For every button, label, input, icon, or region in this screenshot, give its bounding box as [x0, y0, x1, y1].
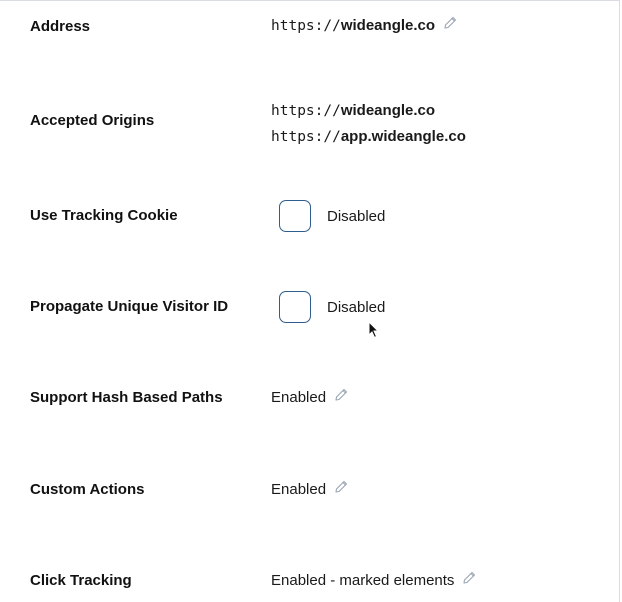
visitor-id-status: Disabled	[327, 298, 386, 316]
origin-host: wideangle.co	[340, 102, 436, 119]
pencil-icon[interactable]	[334, 388, 348, 402]
origin-item: https://wideangle.co	[271, 98, 435, 124]
mouse-pointer-icon	[368, 320, 380, 339]
pencil-icon[interactable]	[443, 16, 457, 30]
click-tracking-status: Enabled - marked elements	[271, 572, 455, 589]
visitor-id-toggle: Disabled	[279, 291, 385, 323]
setting-label-tracking-cookie: Use Tracking Cookie	[30, 207, 178, 224]
address-scheme: https://	[271, 18, 341, 34]
custom-actions-value: Enabled	[271, 480, 348, 498]
pencil-icon[interactable]	[334, 480, 348, 494]
setting-label-accepted-origins: Accepted Origins	[30, 112, 155, 129]
custom-actions-status: Enabled	[271, 481, 327, 498]
address-value: https://wideangle.co	[271, 16, 457, 34]
accepted-origins-list: https://wideangle.co https://app.wideang…	[271, 98, 466, 150]
click-tracking-value: Enabled - marked elements	[271, 571, 476, 589]
hash-paths-status: Enabled	[271, 389, 327, 406]
origin-scheme: https://	[271, 129, 341, 145]
origin-host: app.wideangle.co	[340, 128, 466, 145]
setting-label-click-tracking: Click Tracking	[30, 572, 132, 589]
setting-label-hash-paths: Support Hash Based Paths	[30, 389, 223, 406]
origin-item: https://app.wideangle.co	[271, 124, 466, 150]
pencil-icon[interactable]	[462, 571, 476, 585]
setting-label-custom-actions: Custom Actions	[30, 481, 145, 498]
address-url: https://wideangle.co	[271, 17, 435, 34]
hash-paths-value: Enabled	[271, 388, 348, 406]
tracking-cookie-checkbox[interactable]	[279, 200, 311, 232]
tracking-cookie-status: Disabled	[327, 207, 386, 225]
setting-label-address: Address	[30, 18, 91, 35]
setting-label-visitor-id: Propagate Unique Visitor ID	[30, 298, 229, 315]
origin-scheme: https://	[271, 103, 341, 119]
address-host: wideangle.co	[340, 17, 436, 34]
visitor-id-checkbox[interactable]	[279, 291, 311, 323]
site-settings-panel: Address https://wideangle.co Accepted Or…	[0, 0, 620, 602]
tracking-cookie-toggle: Disabled	[279, 200, 385, 232]
